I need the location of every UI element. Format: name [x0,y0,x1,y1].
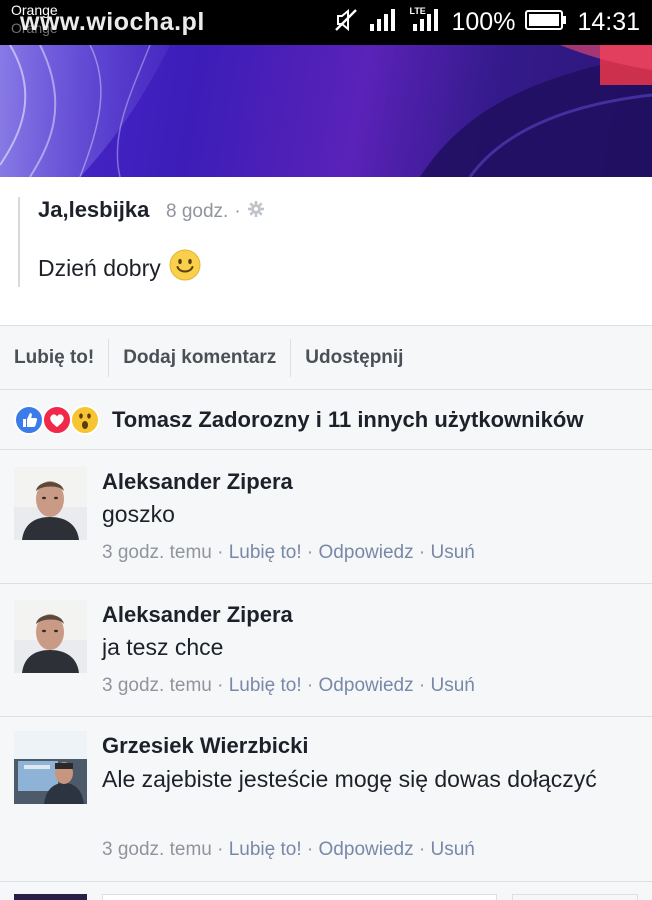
post-meta-separator: · [234,201,241,222]
smile-emoji-icon [169,249,201,287]
avatar[interactable] [14,731,87,804]
post-text-row: Dzień dobry [38,249,201,287]
share-button[interactable]: Udostępnij [291,339,417,377]
comment-meta: 3 godz. temu · Lubię to! · Odpowiedz · U… [102,839,475,861]
gear-icon[interactable] [247,200,265,224]
separator: · [301,839,319,860]
signal-icon [369,8,397,37]
comment-reply-link[interactable]: Odpowiedz [319,675,414,696]
separator: · [301,542,319,563]
post-button-partial[interactable] [512,894,638,900]
separator: · [211,675,229,696]
post-card: Ja,lesbijka 8 godz. · Dzień dobry [0,177,652,325]
mute-icon [333,7,359,38]
status-bar: Orange Orange www.wiocha.pl LTE 100% 14:… [0,0,652,45]
comment-text: ja tesz chce [102,634,224,660]
reactions-summary-text[interactable]: Tomasz Zadorozny i 11 innych użytkownikó… [112,407,583,433]
avatar[interactable] [14,600,87,673]
post-author[interactable]: Ja,lesbijka [38,197,149,223]
comment-time[interactable]: 3 godz. temu [102,839,212,860]
comment-text: Ale zajebiste jesteście mogę się dowas d… [102,766,597,792]
comment-reply-link[interactable]: Odpowiedz [319,542,414,563]
post-actions-bar: Lubię to! Dodaj komentarz Udostępnij [0,325,652,390]
comment-like-link[interactable]: Lubię to! [229,542,302,563]
comment-text: goszko [102,501,175,527]
comment-item: Aleksander Zipera ja tesz chce 3 godz. t… [0,584,652,717]
separator: · [211,839,229,860]
comment-item: Aleksander Zipera goszko 3 godz. temu · … [0,450,652,584]
avatar-partial [14,894,87,900]
reaction-icons [14,404,104,436]
separator: · [413,675,431,696]
comment-like-link[interactable]: Lubię to! [229,839,302,860]
reactions-summary[interactable]: Tomasz Zadorozny i 11 innych użytkownikó… [0,390,652,450]
separator: · [413,839,431,860]
comment-delete-link[interactable]: Usuń [430,542,474,563]
next-comment-stub [0,882,652,900]
comment-time[interactable]: 3 godz. temu [102,675,212,696]
comment-meta: 3 godz. temu · Lubię to! · Odpowiedz · U… [102,675,475,697]
lte-signal-icon: LTE [407,5,441,37]
separator: · [413,542,431,563]
love-reaction-icon [42,404,72,440]
comment-author[interactable]: Aleksander Zipera [102,469,293,495]
comment-delete-link[interactable]: Usuń [430,675,474,696]
avatar[interactable] [14,467,87,540]
separator: · [211,542,229,563]
comment-author[interactable]: Grzesiek Wierzbicki [102,733,308,759]
comment-reply-link[interactable]: Odpowiedz [319,839,414,860]
like-reaction-icon [14,404,44,440]
comment-like-link[interactable]: Lubię to! [229,675,302,696]
like-button[interactable]: Lubię to! [0,339,108,377]
comment-item: Grzesiek Wierzbicki Ale zajebiste jesteś… [0,717,652,882]
quote-bar [18,197,20,287]
add-comment-button[interactable]: Dodaj komentarz [109,339,290,377]
comment-delete-link[interactable]: Usuń [430,839,474,860]
battery-icon [525,9,567,36]
status-icons: LTE 100% 14:31 [333,6,640,38]
watermark-logo: www.wiocha.pl [20,8,205,36]
comment-time[interactable]: 3 godz. temu [102,542,212,563]
wow-reaction-icon [70,404,100,440]
comment-input-partial[interactable] [102,894,497,900]
clock: 14:31 [577,7,640,36]
cover-photo[interactable] [0,45,652,177]
battery-percent: 100% [451,7,516,36]
lte-label: LTE [409,5,426,16]
separator: · [301,675,319,696]
post-time[interactable]: 8 godz. [166,201,228,223]
comment-author[interactable]: Aleksander Zipera [102,602,293,628]
post-text: Dzień dobry [38,254,161,281]
post-meta: 8 godz. · [166,200,265,224]
comment-meta: 3 godz. temu · Lubię to! · Odpowiedz · U… [102,542,475,564]
